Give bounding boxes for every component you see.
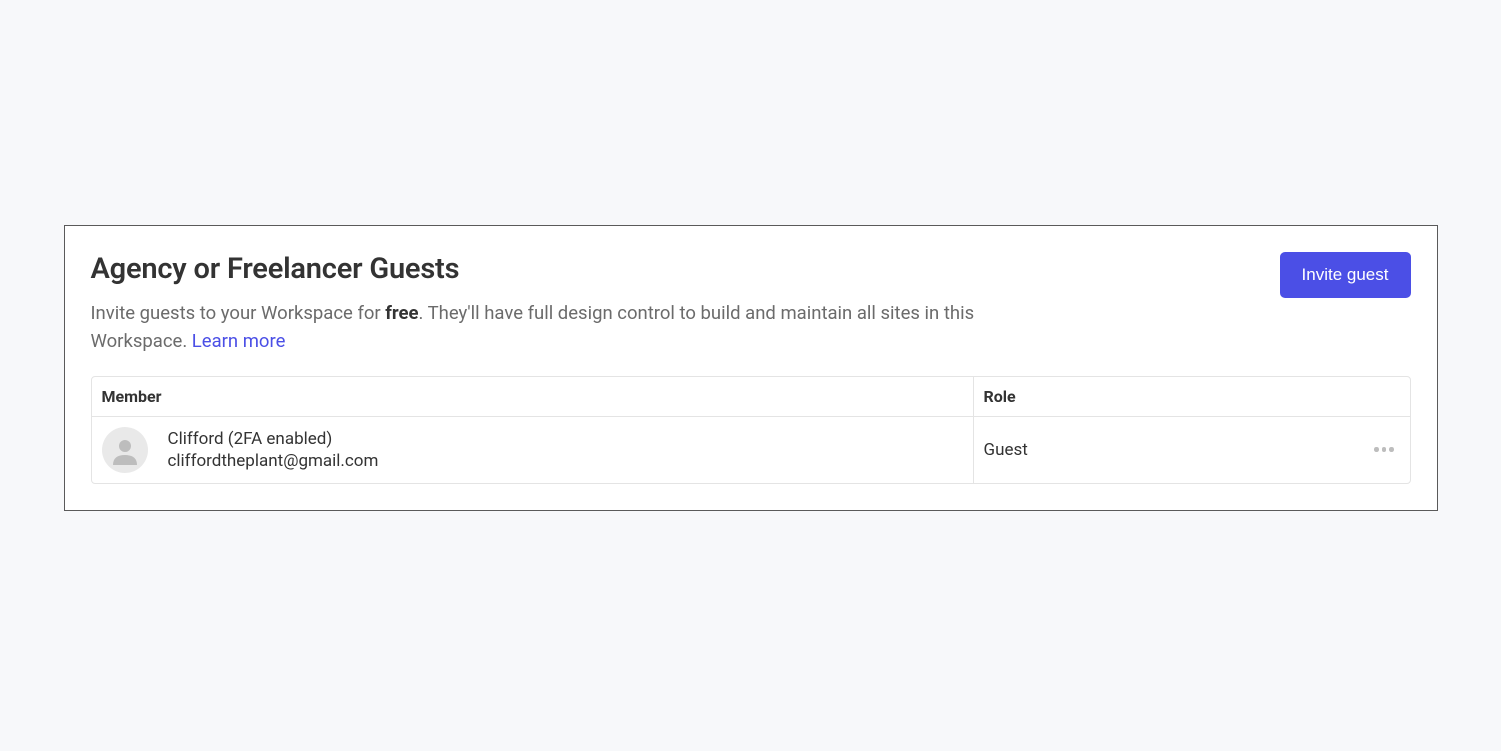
column-header-role: Role — [974, 377, 1410, 416]
column-header-member: Member — [92, 377, 974, 416]
section-title: Agency or Freelancer Guests — [91, 252, 991, 286]
more-options-button[interactable] — [1368, 441, 1400, 458]
role-cell: Guest — [974, 417, 1410, 483]
member-email: cliffordtheplant@gmail.com — [168, 451, 379, 471]
header-text-block: Agency or Freelancer Guests Invite guest… — [91, 252, 991, 376]
member-name: Clifford (2FA enabled) — [168, 429, 379, 449]
dots-icon — [1374, 447, 1379, 452]
member-info: Clifford (2FA enabled) cliffordtheplant@… — [168, 429, 379, 471]
guests-card: Agency or Freelancer Guests Invite guest… — [64, 225, 1438, 511]
person-icon — [110, 435, 140, 465]
description-pre: Invite guests to your Workspace for — [91, 302, 386, 324]
role-value: Guest — [984, 440, 1028, 460]
avatar — [102, 427, 148, 473]
description-bold: free — [385, 302, 418, 324]
invite-guest-button[interactable]: Invite guest — [1280, 252, 1411, 298]
member-cell: Clifford (2FA enabled) cliffordtheplant@… — [92, 417, 974, 483]
table-header-row: Member Role — [92, 377, 1410, 417]
guests-table: Member Role Clifford (2FA enabled) cliff… — [91, 376, 1411, 484]
card-header: Agency or Freelancer Guests Invite guest… — [91, 252, 1411, 376]
section-description: Invite guests to your Workspace for free… — [91, 300, 991, 356]
learn-more-link[interactable]: Learn more — [192, 330, 286, 352]
table-row: Clifford (2FA enabled) cliffordtheplant@… — [92, 417, 1410, 483]
